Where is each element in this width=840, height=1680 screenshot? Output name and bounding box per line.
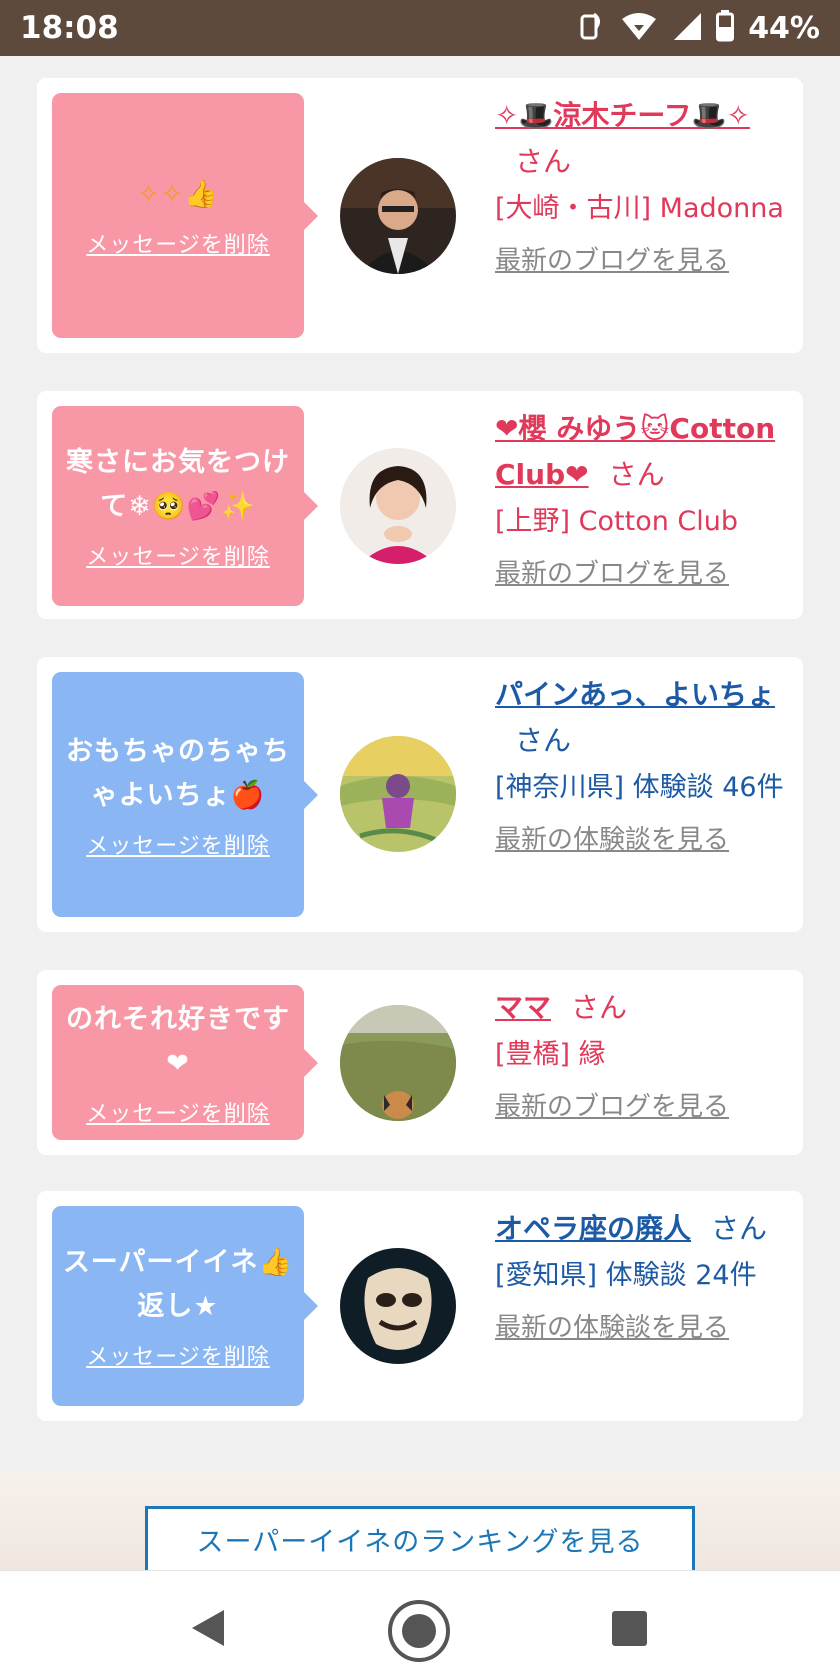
- honorific: さん: [711, 1212, 768, 1245]
- wifi-icon: [620, 11, 658, 45]
- status-icons: 44%: [576, 10, 820, 46]
- delete-message-link[interactable]: メッセージを削除: [86, 227, 270, 259]
- list-item: 寒さにお気をつけて❄🥺💕✨ メッセージを削除 ❤櫻 みゆう🐱Cotton Clu…: [37, 391, 803, 619]
- list-item: のれそれ好きです❤ メッセージを削除 ママ さん [豊橋] 縁 最新のブログを見る: [37, 970, 803, 1155]
- avatar[interactable]: [340, 736, 456, 852]
- profile-info: ✧🎩涼木チーフ🎩✧ さん [大崎・古川] Madonna 最新のブログを見る: [495, 93, 795, 281]
- profile-info: ママ さん [豊橋] 縁 最新のブログを見る: [495, 985, 795, 1127]
- profile-info: ❤櫻 みゆう🐱Cotton Club❤ さん [上野] Cotton Club 最…: [495, 406, 795, 594]
- message-text: のれそれ好きです❤: [66, 1003, 290, 1079]
- back-icon[interactable]: [190, 1608, 226, 1652]
- home-icon[interactable]: [386, 1598, 452, 1668]
- delete-message-link[interactable]: メッセージを削除: [86, 1096, 270, 1128]
- latest-blog-link[interactable]: 最新のブログを見る: [495, 241, 795, 281]
- avatar[interactable]: [340, 1248, 456, 1364]
- battery-icon: [716, 10, 735, 46]
- message-text: 寒さにお気をつけて❄🥺💕✨: [66, 447, 290, 522]
- message-bubble: 寒さにお気をつけて❄🥺💕✨ メッセージを削除: [52, 406, 318, 606]
- latest-review-link[interactable]: 最新の体験談を見る: [495, 1308, 795, 1348]
- avatar[interactable]: [340, 1005, 456, 1121]
- profile-name-link[interactable]: ママ: [495, 991, 551, 1024]
- avatar[interactable]: [340, 448, 456, 564]
- latest-blog-link[interactable]: 最新のブログを見る: [495, 554, 795, 594]
- list-item: スーパーイイネ👍返し★ メッセージを削除 オペラ座の廃人 さん [愛知県] 体験談…: [37, 1191, 803, 1421]
- delete-message-link[interactable]: メッセージを削除: [86, 828, 270, 860]
- signal-icon: [672, 11, 702, 45]
- message-text: おもちゃのちゃちゃよいちょ🍎: [66, 735, 290, 811]
- shop-label: [愛知県] 体験談 24件: [495, 1260, 757, 1291]
- profile-info: オペラ座の廃人 さん [愛知県] 体験談 24件 最新の体験談を見る: [495, 1206, 795, 1348]
- honorific: さん: [608, 458, 665, 491]
- delete-message-link[interactable]: メッセージを削除: [86, 539, 270, 571]
- recents-icon[interactable]: [612, 1611, 647, 1646]
- navigation-bar: [0, 1570, 840, 1680]
- profile-name-link[interactable]: オペラ座の廃人: [495, 1212, 691, 1245]
- nfc-icon: [576, 10, 606, 46]
- status-bar: 18:08 44%: [0, 0, 840, 56]
- message-bubble: おもちゃのちゃちゃよいちょ🍎 メッセージを削除: [52, 672, 318, 917]
- ranking-banner: スーパーイイネのランキングを見る: [0, 1471, 840, 1570]
- profile-name-link[interactable]: ✧🎩涼木チーフ🎩✧: [495, 99, 750, 132]
- ranking-button[interactable]: スーパーイイネのランキングを見る: [145, 1506, 695, 1570]
- message-bubble: スーパーイイネ👍返し★ メッセージを削除: [52, 1206, 318, 1406]
- list-item: ✧✧👍 メッセージを削除 ✧🎩涼木チーフ🎩✧ さん [大崎・古川] Madonna…: [37, 78, 803, 353]
- message-bubble: のれそれ好きです❤ メッセージを削除: [52, 985, 318, 1140]
- message-text: ✧✧👍: [137, 178, 219, 210]
- list-item: おもちゃのちゃちゃよいちょ🍎 メッセージを削除 パインあっ、よいちょさん [神奈…: [37, 657, 803, 932]
- battery-percent: 44%: [748, 10, 820, 46]
- shop-label: [大崎・古川] Madonna: [495, 193, 784, 224]
- shop-label: [神奈川県] 体験談 46件: [495, 772, 784, 803]
- shop-label: [豊橋] 縁: [495, 1039, 606, 1070]
- message-text: スーパーイイネ👍返し★: [62, 1247, 294, 1322]
- avatar[interactable]: [340, 158, 456, 274]
- message-bubble: ✧✧👍 メッセージを削除: [52, 93, 318, 338]
- honorific: さん: [515, 145, 572, 178]
- profile-info: パインあっ、よいちょさん [神奈川県] 体験談 46件 最新の体験談を見る: [495, 672, 795, 860]
- honorific: さん: [515, 724, 572, 757]
- honorific: さん: [571, 991, 628, 1024]
- latest-review-link[interactable]: 最新の体験談を見る: [495, 820, 795, 860]
- latest-blog-link[interactable]: 最新のブログを見る: [495, 1087, 795, 1127]
- message-list[interactable]: ✧✧👍 メッセージを削除 ✧🎩涼木チーフ🎩✧ さん [大崎・古川] Madonna…: [0, 56, 840, 1469]
- delete-message-link[interactable]: メッセージを削除: [86, 1339, 270, 1371]
- status-time: 18:08: [20, 10, 119, 46]
- profile-name-link[interactable]: パインあっ、よいちょ: [495, 678, 775, 711]
- shop-label: [上野] Cotton Club: [495, 506, 739, 537]
